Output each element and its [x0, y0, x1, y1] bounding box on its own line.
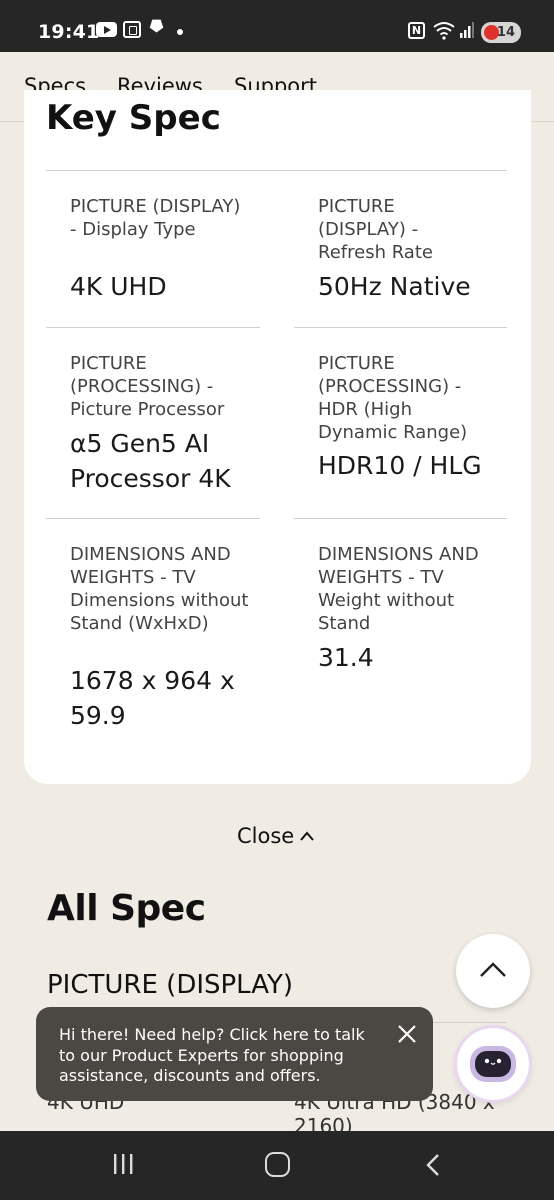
home-icon[interactable]	[265, 1152, 290, 1177]
close-icon[interactable]	[396, 1023, 418, 1045]
notification-dot-icon	[177, 29, 183, 35]
spec-section-title: PICTURE (DISPLAY)	[47, 970, 294, 1000]
back-icon[interactable]	[424, 1153, 442, 1177]
battery-indicator: 14	[481, 22, 521, 43]
divider	[46, 518, 260, 519]
wifi-icon	[433, 22, 455, 40]
tree-icon: ⯂	[148, 17, 163, 38]
chatbot-eyes-icon	[484, 1058, 502, 1065]
spec-label: PICTURE (DISPLAY) - Refresh Rate	[318, 196, 433, 263]
chatbot-icon	[470, 1046, 516, 1082]
toast-message[interactable]: Hi there! Need help? Click here to talk …	[59, 1025, 379, 1087]
spec-value: HDR10 / HLG	[318, 451, 482, 480]
all-spec-title: All Spec	[47, 888, 206, 929]
spec-value: 31.4	[318, 643, 374, 672]
system-nav-bar	[0, 1131, 554, 1200]
chatbot-button[interactable]	[457, 1028, 529, 1100]
close-key-spec-button[interactable]: Close	[237, 824, 294, 848]
status-time: 19:41	[38, 21, 100, 43]
divider	[294, 518, 507, 519]
spec-label: PICTURE (PROCESSING) - Picture Processor	[70, 353, 225, 420]
scroll-to-top-button[interactable]	[456, 934, 530, 1008]
chevron-up-icon	[480, 962, 506, 977]
help-toast[interactable]: Hi there! Need help? Click here to talk …	[36, 1007, 433, 1101]
chevron-up-icon[interactable]	[299, 829, 315, 843]
youtube-icon	[96, 22, 117, 37]
spec-value: 50Hz Native	[318, 272, 471, 301]
divider	[294, 327, 507, 328]
divider	[46, 327, 260, 328]
signal-icon	[460, 22, 474, 38]
spec-label: PICTURE (DISPLAY) - Display Type	[70, 196, 241, 240]
spec-value: α5 Gen5 AI Processor 4K	[70, 429, 231, 493]
status-bar: 19:41 ⯂ N 14	[0, 0, 554, 52]
nfc-icon: N	[408, 22, 425, 39]
key-spec-title: Key Spec	[46, 98, 221, 138]
spec-label: PICTURE (PROCESSING) - HDR (High Dynamic…	[318, 353, 468, 443]
spec-value: 1678 x 964 x 59.9	[70, 666, 235, 730]
spec-value: 4K UHD	[70, 272, 167, 301]
spec-label: DIMENSIONS AND WEIGHTS - TV Weight witho…	[318, 544, 479, 634]
divider	[46, 170, 507, 171]
screenshot-icon	[123, 21, 141, 38]
recent-apps-icon[interactable]	[112, 1154, 134, 1174]
key-spec-card: Key Spec PICTURE (DISPLAY) - Display Typ…	[24, 90, 531, 784]
spec-label: DIMENSIONS AND WEIGHTS - TV Dimensions w…	[70, 544, 249, 634]
